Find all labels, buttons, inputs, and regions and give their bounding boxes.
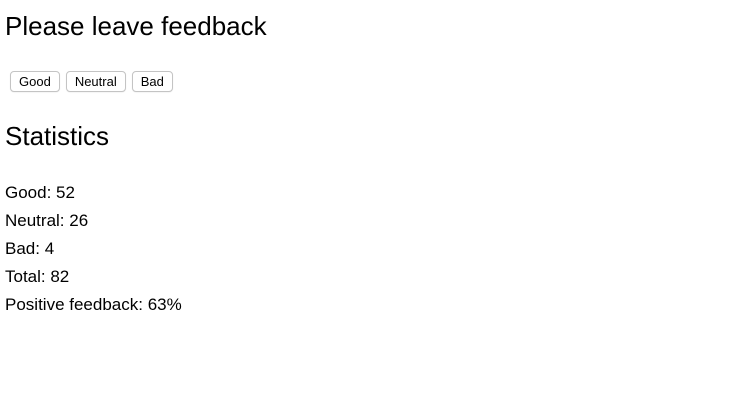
stat-total: Total: 82 [5,267,70,286]
stat-neutral: Neutral: 26 [5,211,89,230]
neutral-button[interactable]: Neutral [65,71,126,92]
stat-good: Good: 52 [5,183,75,202]
statistics-title: Statistics [5,121,110,151]
statistics-list: Good: 52 Neutral: 26 Bad: 4 Total: 82 Po… [5,179,182,319]
feedback-title: Please leave feedback [5,11,267,41]
stat-bad: Bad: 4 [5,239,55,258]
stat-positive-feedback: Positive feedback: 63% [5,295,182,314]
feedback-buttons: Good Neutral Bad [10,71,173,92]
good-button[interactable]: Good [10,71,60,92]
bad-button[interactable]: Bad [131,71,173,92]
